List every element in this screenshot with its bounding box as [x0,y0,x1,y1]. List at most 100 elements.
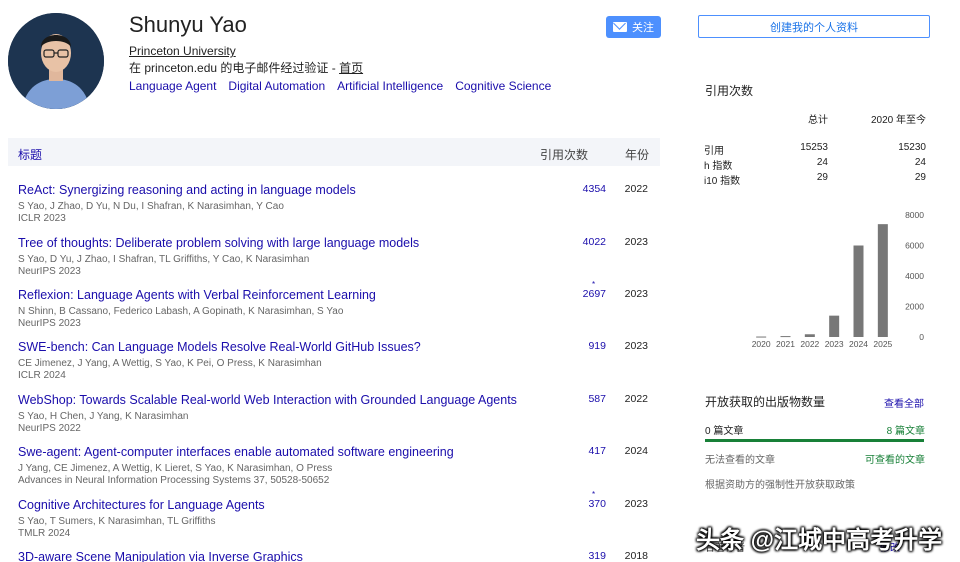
profile-name: Shunyu Yao [129,12,247,37]
public-access-note: 根据资助方的强制性开放获取政策 [705,480,855,491]
citation-count-link[interactable]: 4022 [538,236,606,248]
table-row: Swe-agent: Agent-computer interfaces ena… [18,443,658,486]
available-count: 8 篇文章 [886,426,925,437]
publication-title-link[interactable]: Reflexion: Language Agents with Verbal R… [18,288,376,302]
publication-title-link[interactable]: Swe-agent: Agent-computer interfaces ena… [18,445,454,459]
table-row: 3D-aware Scene Manipulation via Inverse … [18,548,658,562]
homepage-link[interactable]: 首页 [339,61,363,75]
public-access-progress-bar [705,439,924,442]
publication-year: 2024 [624,445,648,457]
chart-bar-2025[interactable] [877,224,888,337]
publication-venue: ICLR 2023 [18,213,66,224]
table-row: ReAct: Synergizing reasoning and acting … [18,181,658,224]
publications-table-header: 标题 引用次数 年份 [8,138,660,166]
available-label: 可查看的文章 [865,455,925,466]
affiliation-link[interactable]: Princeton University [129,44,236,58]
verified-email-text: 在 princeton.edu 的电子邮件经过验证 - 首页 [129,59,363,76]
stats-value-all: 24 [816,157,828,168]
publication-year: 2022 [624,393,648,405]
stats-label: 引用 [704,146,724,157]
merged-citations-star-icon[interactable]: * [592,490,595,499]
stats-row-citations: 引用 15253 15230 [704,142,926,157]
citation-count-link[interactable]: 370 [538,498,606,510]
chart-bar-2022[interactable] [804,334,815,337]
sort-by-title-header[interactable]: 标题 [18,146,42,163]
chart-bar-2021[interactable] [780,336,791,338]
publication-title-link[interactable]: WebShop: Towards Scalable Real-world Web… [18,393,517,407]
citation-stats-table: 总计 2020 年至今 引用 15253 15230 h 指数 24 24 i1… [704,111,926,187]
mail-icon [613,22,627,32]
publication-authors: S Yao, T Sumers, K Narasimhan, TL Griffi… [18,516,216,527]
chart-y-tick-label: 4000 [905,271,924,281]
publication-year: 2018 [624,550,648,562]
citation-count-link[interactable]: 919 [538,340,606,352]
publication-title-link[interactable]: Tree of thoughts: Deliberate problem sol… [18,236,419,250]
table-row: WebShop: Towards Scalable Real-world Web… [18,391,658,434]
publication-title-link[interactable]: ReAct: Synergizing reasoning and acting … [18,183,356,197]
public-access-view-all-link[interactable]: 查看全部 [884,395,924,410]
stats-col-since: 2020 年至今 [870,115,926,126]
stats-label: h 指数 [704,161,733,172]
table-row: Cognitive Architectures for Language Age… [18,490,658,539]
interest-language-agent[interactable]: Language Agent [129,79,216,93]
publication-year: 2023 [624,340,648,352]
table-row: Tree of thoughts: Deliberate problem sol… [18,234,658,277]
publication-authors: S Yao, J Zhao, D Yu, N Du, I Shafran, K … [18,201,284,212]
publication-venue: NeurIPS 2023 [18,266,81,277]
publication-venue: TMLR 2024 [18,528,71,539]
chart-x-tick-label: 2023 [825,339,844,349]
sort-by-cited-header[interactable]: 引用次数 [540,146,588,163]
citation-count-link[interactable]: 2697 [538,288,606,300]
table-row: Reflexion: Language Agents with Verbal R… [18,280,658,329]
stats-col-all: 总计 [808,115,828,126]
publication-year: 2022 [624,183,648,195]
sort-by-year-header[interactable]: 年份 [625,146,649,163]
publication-authors: CE Jimenez, J Yang, A Wettig, S Yao, K P… [18,358,322,369]
citation-count-link[interactable]: 4354 [538,183,606,195]
follow-label: 关注 [632,22,654,34]
publication-year: 2023 [624,498,648,510]
unavailable-label: 无法查看的文章 [705,455,775,466]
interest-cognitive-science[interactable]: Cognitive Science [455,79,551,93]
avatar-portrait-icon [8,13,104,109]
public-access-labels: 无法查看的文章 可查看的文章 [705,451,925,466]
chart-bar-2023[interactable] [829,315,840,337]
verified-email-label: 在 princeton.edu 的电子邮件经过验证 - [129,61,340,75]
chart-x-tick-label: 2022 [800,339,819,349]
create-profile-button[interactable]: 创建我的个人资料 [698,15,930,38]
citation-count-link[interactable]: 587 [538,393,606,405]
stats-value-all: 29 [816,172,828,183]
chart-y-tick-label: 2000 [905,302,924,312]
stats-value-all: 15253 [800,142,828,153]
publication-authors: S Yao, H Chen, J Yang, K Narasimhan [18,411,189,422]
stats-value-since: 24 [914,157,926,168]
stats-header-row: 总计 2020 年至今 [704,111,926,142]
merged-citations-star-icon[interactable]: * [592,280,595,289]
publication-venue: ICLR 2024 [18,370,66,381]
chart-x-tick-label: 2025 [873,339,892,349]
citation-count-link[interactable]: 319 [538,550,606,562]
publication-venue: NeurIPS 2023 [18,318,81,329]
publication-authors: S Yao, D Yu, J Zhao, I Shafran, TL Griff… [18,254,310,265]
stats-value-since: 15230 [898,142,926,153]
chart-x-tick-label: 2021 [776,339,795,349]
chart-bar-2024[interactable] [853,245,864,338]
citation-count-link[interactable]: 417 [538,445,606,457]
publication-title-link[interactable]: 3D-aware Scene Manipulation via Inverse … [18,550,303,562]
profile-avatar [8,13,104,109]
citations-per-year-chart: 2020 2021 2022 2023 2024 2025 0 2000 4000 6000 800… [752,210,925,349]
publication-authors: N Shinn, B Cassano, Federico Labash, A G… [18,306,344,317]
interest-digital-automation[interactable]: Digital Automation [228,79,325,93]
chart-y-tick-label: 0 [919,332,924,342]
chart-x-tick-label: 2024 [849,339,868,349]
publication-year: 2023 [624,288,648,300]
publication-title-link[interactable]: SWE-bench: Can Language Models Resolve R… [18,340,421,354]
publication-title-link[interactable]: Cognitive Architectures for Language Age… [18,498,265,512]
stats-value-since: 29 [914,172,926,183]
chart-bar-2020[interactable] [756,336,767,338]
research-interests: Language Agent Digital Automation Artifi… [129,79,551,93]
stats-row-h-index: h 指数 24 24 [704,157,926,172]
interest-artificial-intelligence[interactable]: Artificial Intelligence [337,79,443,93]
publication-venue: NeurIPS 2022 [18,423,81,434]
follow-button[interactable]: 关注 [606,16,661,38]
